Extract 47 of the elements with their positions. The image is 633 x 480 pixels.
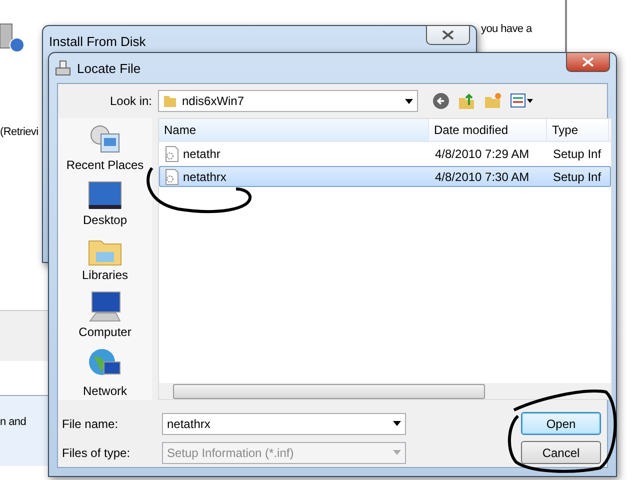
place-item[interactable]: Libraries [82, 236, 128, 282]
background-text: you have a [481, 23, 532, 35]
date-cell-text: 4/8/2010 7:29 AM [434, 146, 530, 162]
file-name: netathr [183, 146, 220, 160]
dropdown-caret-icon [393, 421, 401, 426]
place-item[interactable]: Desktop [82, 181, 128, 227]
open-button[interactable]: Open [521, 412, 601, 435]
folder-icon [163, 94, 177, 108]
look-in-label: Look in: [108, 94, 152, 108]
file-row[interactable]: netathr 4/8/2010 7:29 AM Setup Inf [159, 143, 611, 164]
type-cell-text: Setup Inf [552, 146, 602, 162]
back-icon[interactable] [432, 92, 450, 110]
monitor-icon [88, 181, 122, 211]
type-cell-text: Setup Inf [552, 168, 602, 186]
file-type-label: Files of type: [61, 446, 132, 460]
look-in-dropdown[interactable]: ndis6xWin7 [158, 90, 418, 112]
file-name: netathrx [183, 170, 226, 184]
background-text: (Retrievi [0, 126, 38, 138]
column-header[interactable]: Date modified [429, 119, 547, 141]
place-item[interactable]: Recent Places [66, 124, 144, 172]
close-icon [582, 57, 594, 67]
window-panel [0, 310, 50, 361]
dropdown-caret-icon [405, 98, 413, 104]
window-panel [0, 395, 50, 466]
up-folder-icon[interactable] [458, 92, 476, 110]
close-button[interactable] [566, 52, 610, 72]
place-item[interactable]: Network [82, 348, 127, 398]
drive-icon [55, 60, 71, 76]
settings-file-icon [165, 168, 179, 184]
background-text: n and [0, 416, 26, 428]
dialog-title: Locate File [77, 60, 142, 76]
view-menu-icon[interactable] [510, 93, 534, 109]
close-icon [442, 30, 454, 40]
file-name-label: File name: [61, 416, 120, 430]
file-name-field[interactable]: netathrx [162, 412, 406, 434]
place-item[interactable]: Computer [78, 291, 132, 339]
date-cell-text: 4/8/2010 7:30 AM [434, 168, 530, 186]
horizontal-scrollbar[interactable] [159, 383, 611, 399]
column-header[interactable]: Name [159, 119, 429, 141]
dialog-title: Install From Disk [49, 34, 147, 48]
file-row[interactable]: netathrx 4/8/2010 7:30 AM Setup Inf [159, 166, 611, 187]
cancel-button[interactable]: Cancel [521, 441, 601, 464]
close-button[interactable] [426, 25, 470, 45]
settings-file-icon [165, 146, 179, 162]
column-header[interactable]: Type [547, 119, 609, 141]
dropdown-caret-icon [393, 450, 401, 455]
computer-icon [88, 291, 122, 323]
